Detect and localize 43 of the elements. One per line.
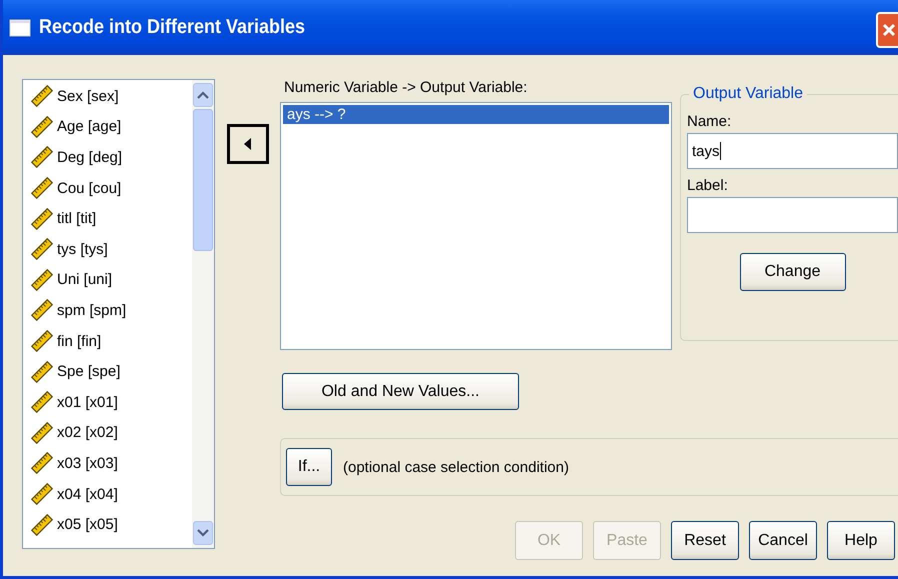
variable-item[interactable]: fin [fin] [31, 326, 192, 356]
old-and-new-values-button[interactable]: Old and New Values... [282, 373, 519, 410]
group-title: Output Variable [689, 85, 807, 103]
scrollbar[interactable] [192, 80, 214, 548]
label-field[interactable] [687, 197, 898, 233]
chevron-down-icon [197, 529, 209, 537]
close-icon [882, 22, 896, 36]
move-back-button[interactable] [226, 124, 268, 164]
mapping-label: Numeric Variable -> Output Variable: [284, 79, 528, 98]
variable-item[interactable]: Cou [cou] [31, 172, 192, 204]
scroll-thumb[interactable] [193, 109, 213, 251]
window-icon [9, 18, 31, 36]
name-label: Name: [687, 113, 732, 132]
label-label: Label: [687, 177, 729, 196]
dialog-button[interactable]: Cancel [749, 521, 817, 560]
variable-item[interactable]: x01 [x01] [31, 386, 192, 418]
variable-item[interactable]: x02 [x02] [31, 418, 192, 448]
mapping-item[interactable]: ays --> ? [283, 105, 669, 124]
variable-item[interactable]: tys [tys] [31, 234, 192, 265]
variable-item[interactable]: Uni [uni] [31, 264, 192, 296]
dialog-button[interactable]: Help [827, 521, 895, 560]
close-button[interactable] [876, 12, 898, 48]
triangle-left-icon [244, 138, 252, 150]
variable-item[interactable]: x04 [x04] [31, 478, 192, 510]
variable-item[interactable]: spm [spm] [31, 295, 192, 326]
chevron-up-icon [197, 91, 209, 99]
if-button[interactable]: If... [286, 448, 332, 486]
variable-item[interactable]: Sex [sex] [31, 81, 192, 112]
name-field[interactable]: tays [687, 133, 898, 169]
mapping-list[interactable]: ays --> ? [280, 102, 672, 350]
variable-item[interactable]: titl [tit] [31, 203, 192, 234]
scroll-down-button[interactable] [193, 521, 213, 545]
variable-list[interactable]: Sex [sex] Age [age] Deg [deg] Cou [cou] titl [tit] tys [tys] Uni [uni] spm [spm] fin [fin] Spe [spe] x01 [x01] x02 [x02] x03 [x03] x04 [x04] x05 [x05] [22, 79, 215, 549]
scroll-up-button[interactable] [193, 83, 213, 107]
condition-text: (optional case selection condition) [343, 458, 569, 476]
variable-item[interactable]: x05 [x05] [31, 509, 192, 540]
change-button[interactable]: Change [740, 253, 846, 291]
dialog-button[interactable]: Reset [671, 521, 739, 560]
variable-item[interactable]: Deg [deg] [31, 142, 192, 173]
variable-item[interactable]: x03 [x03] [31, 448, 192, 479]
window-title: Recode into Different Variables [39, 16, 306, 39]
variable-item[interactable]: Spe [spe] [31, 356, 192, 387]
variable-item[interactable]: Age [age] [31, 112, 192, 142]
